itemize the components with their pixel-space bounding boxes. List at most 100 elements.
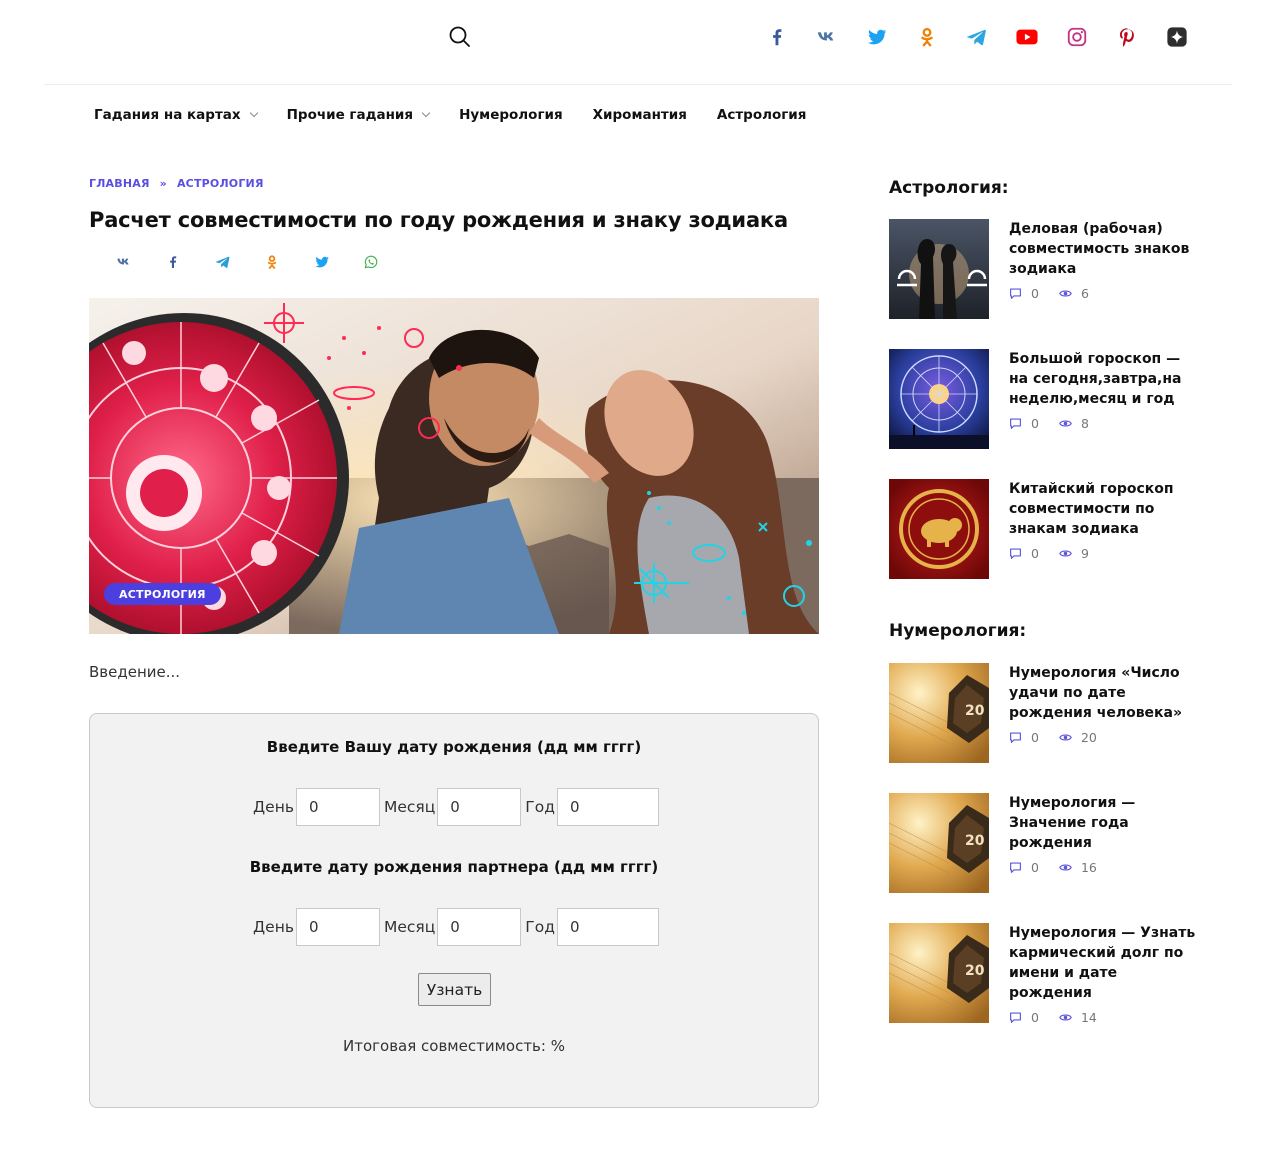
breadcrumb-current-link[interactable]: АСТРОЛОГИЯ (177, 177, 264, 190)
share-twitter-icon[interactable] (297, 250, 347, 274)
social-links (752, 22, 1202, 52)
sidebar-astrology-heading: Астрология: (889, 178, 1009, 198)
svg-text:20: 20 (965, 833, 985, 849)
post-title-link[interactable]: Китайский гороскоп совместимости по знак… (1009, 479, 1199, 539)
views-icon (1059, 1014, 1072, 1021)
view-count: 14 (1080, 1010, 1097, 1025)
share-facebook-icon[interactable] (149, 250, 199, 274)
breadcrumb-home-link[interactable]: ГЛАВНАЯ (89, 177, 150, 190)
nav-item-other-divination[interactable]: Прочие гадания (286, 107, 431, 123)
facebook-icon[interactable] (752, 22, 802, 52)
pinterest-icon[interactable] (1102, 22, 1152, 52)
vk-icon[interactable] (802, 22, 852, 52)
instagram-icon[interactable] (1052, 22, 1102, 52)
nav-label: Астрология (716, 107, 807, 123)
comment-count: 0 (1031, 546, 1039, 561)
post-title-link[interactable]: Нумерология — Значение года рождения (1009, 793, 1199, 853)
odnoklassniki-icon[interactable] (902, 22, 952, 52)
share-vk-icon[interactable] (99, 250, 149, 274)
sidebar-post: 20 Нумерология «Число удачи по дате рожд… (889, 663, 1199, 763)
share-odnoklassniki-icon[interactable] (248, 250, 298, 274)
day-label: День (253, 798, 294, 816)
comment-icon (1010, 418, 1021, 429)
partner-birthdate-heading: Введите дату рождения партнера (дд мм гг… (249, 858, 659, 876)
sidebar-numerology-heading: Нумерология: (889, 621, 1027, 641)
telegram-icon[interactable] (952, 22, 1002, 52)
view-count: 9 (1080, 546, 1089, 561)
comment-icon (1010, 862, 1021, 873)
share-telegram-icon[interactable] (198, 250, 248, 274)
post-thumbnail[interactable] (889, 479, 989, 579)
views-icon (1059, 290, 1072, 297)
svg-text:20: 20 (965, 703, 985, 719)
comment-icon (1010, 1012, 1021, 1023)
post-thumbnail[interactable]: 20 (889, 923, 989, 1023)
share-whatsapp-icon[interactable] (347, 250, 397, 274)
nav-item-numerology[interactable]: Нумерология (459, 107, 563, 123)
comment-icon (1010, 548, 1021, 559)
hero-image: АСТРОЛОГИЯ (89, 298, 819, 634)
comment-count: 0 (1031, 416, 1039, 431)
calculate-button[interactable]: Узнать (418, 973, 491, 1006)
view-count: 6 (1080, 286, 1089, 301)
post-thumbnail[interactable]: 20 (889, 663, 989, 763)
partner-year-input[interactable] (556, 908, 659, 946)
post-title-link[interactable]: Нумерология «Число удачи по дате рождени… (1009, 663, 1199, 723)
your-month-input[interactable] (437, 788, 522, 826)
sidebar-post: Китайский гороскоп совместимости по знак… (889, 479, 1199, 579)
nav-label: Гадания на картах (94, 107, 241, 123)
partner-day-input[interactable] (295, 908, 380, 946)
yandex-zen-icon[interactable] (1152, 22, 1202, 52)
comment-icon (1010, 288, 1021, 299)
nav-item-card-divination[interactable]: Гадания на картах (94, 107, 258, 123)
nav-item-palmistry[interactable]: Хиромантия (593, 107, 687, 123)
nav-item-astrology[interactable]: Астрология (717, 107, 807, 123)
your-year-input[interactable] (556, 788, 659, 826)
nav-label: Хиромантия (592, 107, 687, 123)
views-icon (1059, 420, 1072, 427)
compatibility-calculator: Введите Вашу дату рождения (дд мм гггг) … (89, 713, 819, 1108)
breadcrumb-separator: » (159, 177, 167, 190)
your-day-input[interactable] (295, 788, 380, 826)
partner-month-input[interactable] (437, 908, 522, 946)
post-meta: 0 20 (1009, 730, 1097, 745)
sidebar-post: 20 Нумерология — Узнать кармический долг… (889, 923, 1199, 1025)
comment-count: 0 (1031, 1010, 1039, 1025)
views-icon (1059, 864, 1072, 871)
views-icon (1059, 734, 1072, 741)
youtube-icon[interactable] (1002, 22, 1052, 52)
post-thumbnail[interactable] (889, 219, 989, 319)
year-label: Год (525, 918, 555, 936)
comment-count: 0 (1031, 730, 1039, 745)
nav-label: Нумерология (459, 107, 563, 123)
post-thumbnail[interactable] (889, 349, 989, 449)
category-badge[interactable]: АСТРОЛОГИЯ (104, 583, 221, 605)
twitter-icon[interactable] (852, 22, 902, 52)
comment-count: 0 (1031, 286, 1039, 301)
sidebar-post: 20 Нумерология — Значение года рождения … (889, 793, 1199, 893)
share-buttons (99, 250, 396, 274)
nav-label: Прочие гадания (286, 107, 414, 123)
post-meta: 0 8 (1009, 416, 1089, 431)
your-birthdate-heading: Введите Вашу дату рождения (дд мм гггг) (266, 738, 642, 756)
breadcrumb: ГЛАВНАЯ » АСТРОЛОГИЯ (89, 177, 264, 190)
your-birthdate-row: День Месяц Год (90, 788, 818, 826)
view-count: 20 (1080, 730, 1097, 745)
chevron-down-icon (249, 108, 258, 118)
result-text: Итоговая совместимость: % (343, 1037, 565, 1055)
post-meta: 0 6 (1009, 286, 1089, 301)
month-label: Месяц (383, 798, 436, 816)
partner-birthdate-row: День Месяц Год (90, 908, 818, 946)
svg-text:20: 20 (965, 963, 985, 979)
year-label: Год (525, 798, 555, 816)
search-icon[interactable] (448, 25, 472, 49)
top-bar (44, 0, 1232, 85)
comment-icon (1010, 732, 1021, 743)
post-thumbnail[interactable]: 20 (889, 793, 989, 893)
page-title: Расчет совместимости по году рождения и … (89, 208, 788, 232)
sidebar-post: Большой гороскоп — на сегодня,завтра,на … (889, 349, 1199, 449)
views-icon (1059, 550, 1072, 557)
post-title-link[interactable]: Нумерология — Узнать кармический долг по… (1009, 923, 1199, 1003)
post-title-link[interactable]: Деловая (рабочая) совместимость знаков з… (1009, 219, 1199, 279)
post-title-link[interactable]: Большой гороскоп — на сегодня,завтра,на … (1009, 349, 1199, 409)
